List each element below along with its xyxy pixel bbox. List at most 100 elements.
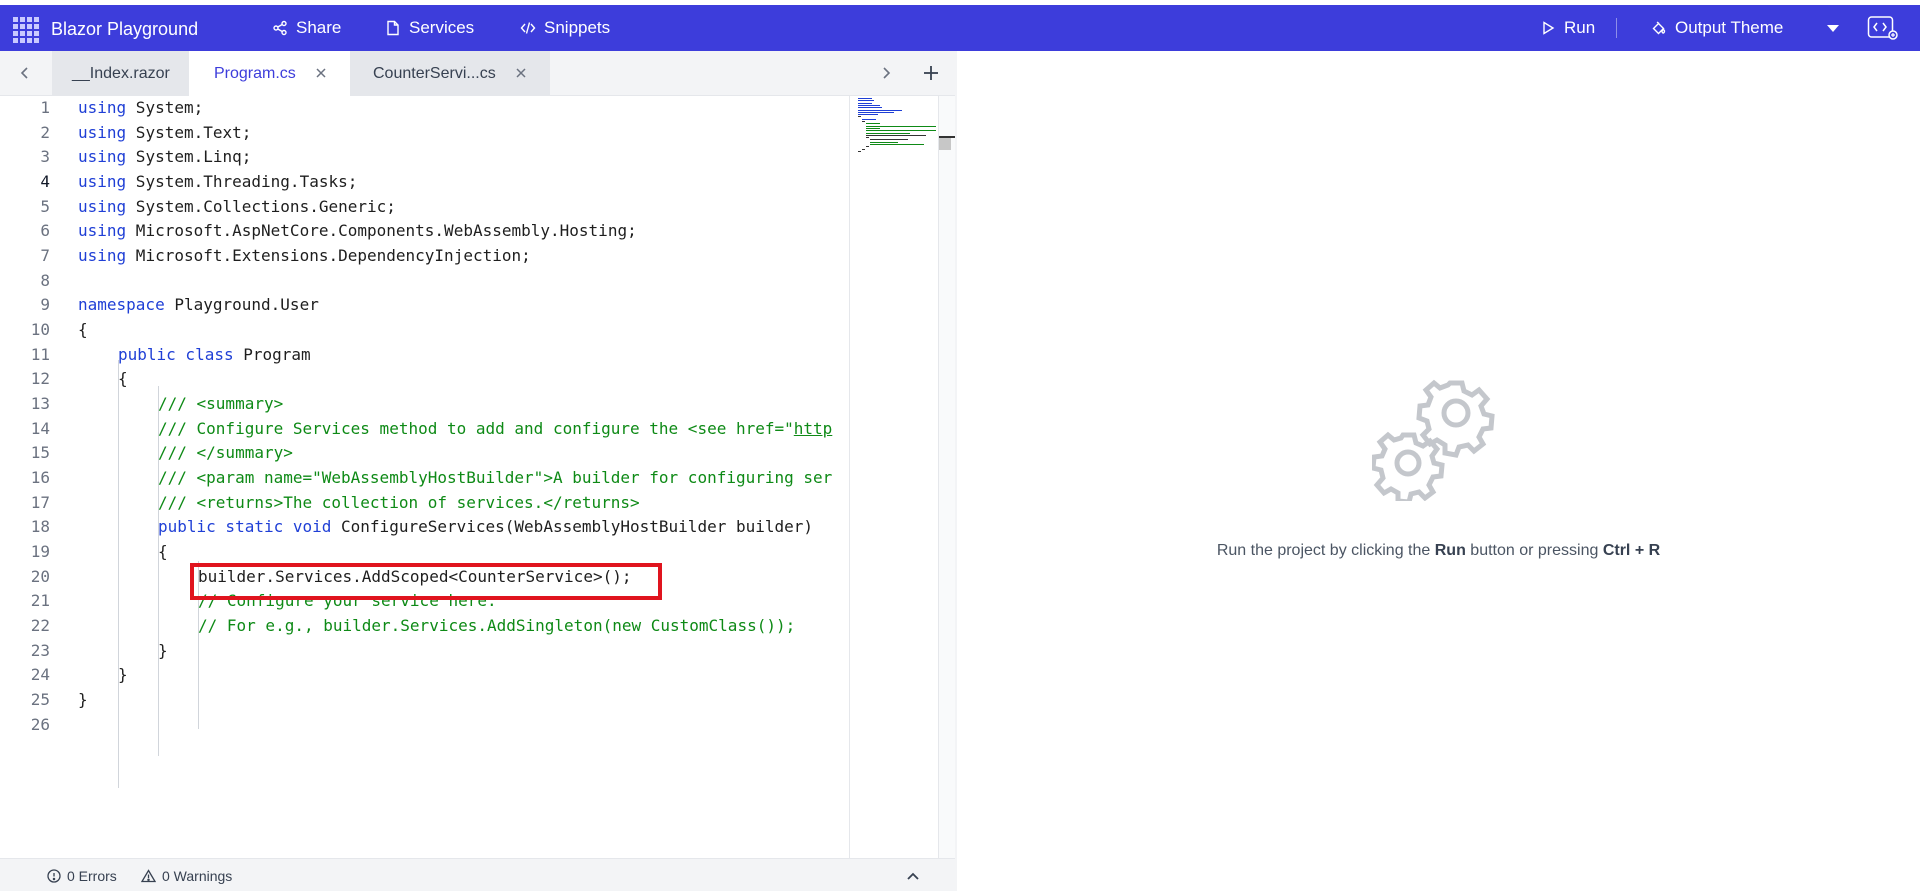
run-keyword: Run	[1434, 542, 1466, 559]
code-line-10: {	[78, 320, 88, 339]
code-line-13: /// <summary>	[158, 394, 284, 413]
code-line-5: using System.Collections.Generic;	[78, 197, 396, 216]
minimap-line	[858, 109, 902, 111]
output-theme-button[interactable]: Output Theme	[1651, 18, 1783, 38]
scrollbar-thumb[interactable]	[939, 136, 951, 150]
tab-scroll-right-button[interactable]	[876, 63, 896, 83]
status-bar: 0 Errors 0 Warnings	[0, 858, 955, 891]
minimap-line	[858, 150, 861, 152]
info-circle-icon	[47, 869, 61, 883]
code-line-18: public static void ConfigureServices(Web…	[158, 517, 814, 536]
run-button[interactable]: Run	[1540, 18, 1595, 38]
highlight-annotation-box	[190, 563, 662, 600]
code-editor[interactable]: using System; using System.Text; using S…	[78, 96, 849, 858]
line-number: 23	[30, 641, 50, 660]
line-number: 15	[30, 443, 50, 462]
minimap-line	[858, 114, 878, 116]
tab-scroll-left-button[interactable]	[15, 63, 35, 83]
minimap-line	[858, 104, 880, 106]
line-number: 10	[30, 320, 50, 339]
code-line-4: using System.Threading.Tasks;	[78, 172, 358, 191]
gears-icon	[1372, 379, 1495, 501]
line-number: 17	[30, 493, 50, 512]
code-line-11: public class Program	[118, 345, 311, 364]
shortcut-keyword: Ctrl + R	[1602, 542, 1661, 559]
tab-index-razor[interactable]: __Index.razor	[52, 51, 189, 96]
code-line-6: using Microsoft.AspNetCore.Components.We…	[78, 221, 637, 240]
tab-label: CounterServi...cs	[373, 64, 496, 82]
code-line-3: using System.Linq;	[78, 147, 252, 166]
warning-triangle-icon	[141, 869, 156, 883]
tab-label: __Index.razor	[72, 64, 170, 82]
code-line-7: using Microsoft.Extensions.DependencyInj…	[78, 246, 531, 265]
minimap-line	[858, 116, 861, 118]
minimap-divider	[849, 96, 850, 858]
line-number: 20	[30, 567, 50, 586]
add-file-icon[interactable]	[921, 63, 941, 83]
line-number: 3	[40, 147, 50, 166]
line-number: 21	[30, 591, 50, 610]
minimap-line	[866, 130, 936, 132]
paint-bucket-icon	[1652, 21, 1666, 35]
code-minimap[interactable]	[856, 96, 938, 156]
editor-tab-bar: __Index.razor Program.cs CounterServi...…	[0, 51, 955, 96]
panel-splitter[interactable]	[955, 51, 957, 891]
chevron-down-icon[interactable]	[1827, 25, 1839, 32]
line-number: 22	[30, 616, 50, 635]
code-line-9: namespace Playground.User	[78, 295, 319, 314]
editor-scrollbar[interactable]	[938, 96, 955, 858]
line-number: 2	[40, 123, 50, 142]
line-number: 5	[40, 197, 50, 216]
close-icon[interactable]	[514, 66, 528, 80]
minimap-line	[858, 98, 872, 99]
services-label: Services	[409, 18, 475, 37]
tab-counterservice-cs[interactable]: CounterServi...cs	[350, 51, 550, 96]
minimap-line	[862, 118, 876, 120]
line-number: 1	[40, 98, 50, 117]
code-line-1: using System;	[78, 98, 204, 117]
chevron-right-icon	[883, 67, 891, 79]
warnings-indicator[interactable]: 0 Warnings	[141, 868, 232, 884]
line-number: 6	[40, 221, 50, 240]
close-icon[interactable]	[314, 66, 328, 80]
line-number: 18	[30, 517, 50, 536]
code-line-12: {	[118, 369, 128, 388]
errors-indicator[interactable]: 0 Errors	[47, 868, 117, 884]
line-number: 11	[30, 345, 50, 364]
play-icon	[1543, 21, 1555, 35]
line-number: 8	[40, 271, 50, 290]
layout-toggle-icon[interactable]	[1867, 15, 1899, 41]
code-line-16: /// <param name="WebAssemblyHostBuilder"…	[158, 468, 833, 487]
code-line-22: // For e.g., builder.Services.AddSinglet…	[198, 616, 796, 635]
line-number: 19	[30, 542, 50, 561]
line-number: 7	[40, 246, 50, 265]
snippets-label: Snippets	[544, 18, 611, 37]
tab-program-cs[interactable]: Program.cs	[189, 51, 350, 96]
line-number: 12	[30, 369, 50, 388]
minimap-line	[870, 139, 908, 141]
chevron-left-icon	[20, 67, 28, 79]
minimap-line	[866, 146, 869, 148]
tab-label: Program.cs	[214, 64, 296, 82]
run-hint-text: Run the project by clicking the Run butt…	[1216, 542, 1661, 559]
document-icon	[387, 20, 399, 36]
line-number: 16	[30, 468, 50, 487]
line-number: 9	[40, 295, 50, 314]
minimap-line	[870, 141, 898, 143]
minimap-line	[870, 144, 924, 145]
apps-grid-icon[interactable]	[13, 17, 39, 43]
share-icon	[273, 20, 287, 36]
top-bar: Blazor Playground Share Services Snippet…	[0, 0, 1920, 51]
code-line-17: /// <returns>The collection of services.…	[158, 493, 640, 512]
services-button[interactable]: Services	[385, 18, 474, 38]
snippets-button[interactable]: Snippets	[520, 18, 610, 38]
minimap-line	[858, 100, 874, 102]
minimap-line	[866, 127, 880, 129]
share-button[interactable]: Share	[272, 18, 341, 38]
chevron-up-icon[interactable]	[905, 868, 921, 884]
indent-guide	[118, 360, 119, 788]
minimap-line	[866, 123, 880, 125]
line-number: 25	[30, 690, 50, 709]
code-line-15: /// </summary>	[158, 443, 293, 462]
line-number: 24	[30, 665, 50, 684]
